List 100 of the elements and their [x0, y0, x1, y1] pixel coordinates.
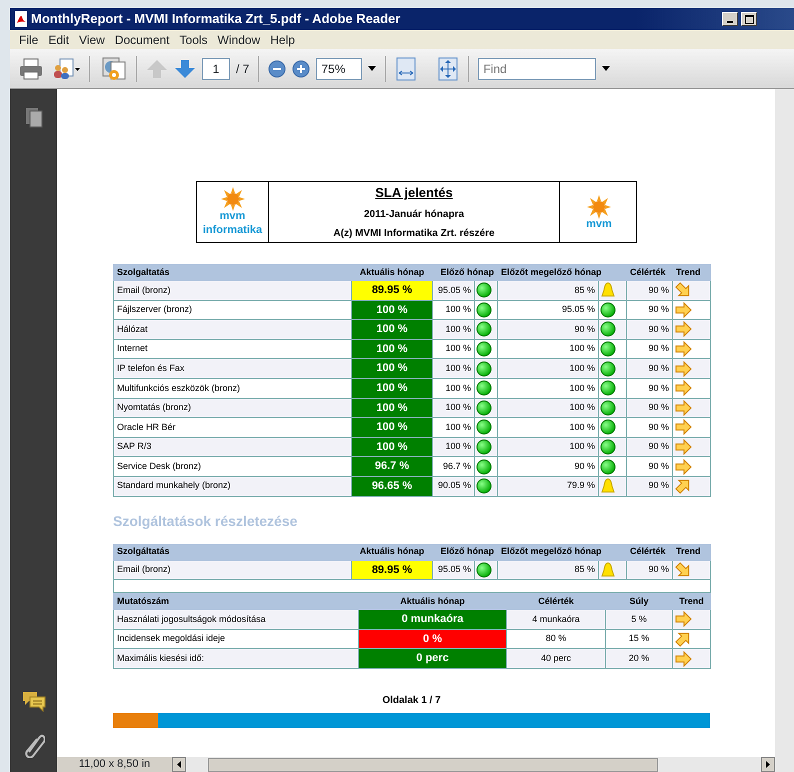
find-field[interactable]: Find [478, 58, 596, 80]
table-cell: 40 perc [506, 648, 606, 668]
table-cell: 96.7 % [432, 456, 474, 476]
zoom-in-icon[interactable] [292, 60, 310, 78]
table-cell: 100 % [352, 398, 432, 418]
vertical-scrollbar[interactable] [775, 89, 794, 772]
table-cell: Multifunkciós eszközök (bronz) [114, 378, 352, 398]
arrow-down-right-icon [674, 562, 692, 578]
window-title: MonthlyReport - MVMI Informatika Zrt_5.pdf - Adobe Reader [31, 10, 402, 28]
arrow-down-right-icon [674, 282, 692, 298]
table-cell: 100 % [498, 378, 598, 398]
zoom-field[interactable]: 75% [316, 58, 362, 80]
table-cell: Oracle HR Bér [114, 418, 352, 438]
page-counter: Oldalak 1 / 7 [381, 694, 442, 708]
table-cell: 100 % [432, 437, 474, 457]
table-cell: IP telefon és Fax [114, 358, 352, 378]
table-cell: 90 % [498, 320, 598, 340]
table-cell: SAP R/3 [114, 437, 352, 457]
table-cell: 89.95 % [352, 560, 432, 580]
menu-item[interactable]: Help [265, 30, 300, 48]
table-cell: 100 % [498, 358, 598, 378]
comments-icon[interactable] [20, 690, 46, 712]
scroll-right-icon[interactable] [761, 757, 775, 772]
caret-icon[interactable] [368, 66, 376, 71]
table-cell: 90 % [626, 320, 672, 340]
menu-item[interactable]: Window [212, 30, 266, 48]
arrow-right-icon [674, 400, 692, 416]
table-cell: 100 % [352, 300, 432, 320]
table-cell: 100 % [432, 320, 474, 340]
page-field[interactable]: 1 [202, 58, 230, 80]
table-cell: 90.05 % [432, 476, 474, 496]
pdf-icon [14, 11, 28, 27]
arrow-down-icon[interactable] [174, 58, 196, 80]
pages-icon[interactable] [24, 107, 44, 129]
zoom-out-icon[interactable] [268, 60, 286, 78]
table-cell: 90 % [626, 378, 672, 398]
column-header: Előző hónap [432, 544, 498, 560]
column-header: Aktuális hónap [358, 594, 506, 610]
report-subtitle: 2011-Január hónapra [364, 208, 464, 222]
scroll-left-icon[interactable] [172, 757, 186, 772]
table-cell: Email (bronz) [114, 560, 352, 580]
table-cell: 100 % [352, 358, 432, 378]
column-header: Trend [672, 594, 710, 610]
column-header: Előző hónap [432, 264, 498, 280]
minimize-button[interactable] [722, 12, 738, 26]
table-cell: 20 % [606, 648, 672, 668]
table-cell: 90 % [626, 560, 672, 580]
column-header: Előzőt megelőző hónap [498, 264, 626, 280]
table-cell: 100 % [498, 437, 598, 457]
page-size: 11,00 x 8,50 in [78, 757, 152, 772]
column-header: Aktuális hónap [352, 264, 432, 280]
table-cell: 100 % [352, 437, 432, 457]
table-cell: 5 % [606, 610, 672, 630]
print-icon[interactable] [18, 56, 44, 80]
table-cell: 85 % [498, 560, 598, 580]
caret-icon[interactable] [602, 66, 610, 71]
fit-width-icon[interactable] [395, 56, 418, 80]
table-cell: Hálózat [114, 320, 352, 340]
maximize-button[interactable] [741, 12, 757, 26]
menu-item[interactable]: File [14, 30, 44, 48]
arrow-right-icon [674, 611, 692, 628]
table-cell: 95.05 % [432, 280, 474, 300]
table-cell: 100 % [498, 398, 598, 418]
table-cell: Service Desk (bronz) [114, 456, 352, 476]
table-cell: 96.7 % [352, 456, 432, 476]
column-header: Célérték [626, 264, 672, 280]
table-cell: 100 % [432, 398, 474, 418]
table-cell: 4 munkaóra [506, 610, 606, 630]
table-cell: 100 % [432, 418, 474, 438]
menu-item[interactable]: Document [110, 30, 175, 48]
scroll-thumb[interactable] [208, 758, 658, 772]
arrow-right-icon [674, 321, 692, 338]
arrow-right-icon [674, 458, 692, 475]
table-cell: Nyomtatás (bronz) [114, 398, 352, 418]
table-cell: 79.9 % [498, 476, 598, 496]
menu-item[interactable]: Edit [43, 30, 74, 48]
column-header: Célérték [626, 544, 672, 560]
arrow-right-icon [674, 650, 692, 667]
menu-item[interactable]: Tools [174, 30, 213, 48]
table-cell: 90 % [626, 398, 672, 418]
fit-page-icon[interactable] [437, 56, 460, 80]
table-cell: 90 % [626, 437, 672, 457]
table-cell: 100 % [352, 320, 432, 340]
table-cell: 100 % [352, 418, 432, 438]
column-header: Trend [672, 544, 710, 560]
table-cell: 100 % [432, 378, 474, 398]
table-cell: 85 % [498, 280, 598, 300]
column-header: Súly [606, 594, 672, 610]
table-cell: 100 % [352, 339, 432, 359]
arrow-up-right-icon [674, 478, 692, 494]
horizontal-scrollbar[interactable] [172, 757, 775, 772]
column-header: Szolgáltatás [114, 544, 352, 560]
table-cell: 90 % [626, 418, 672, 438]
table-cell: Standard munkahely (bronz) [114, 476, 352, 496]
menu-item[interactable]: View [74, 30, 110, 48]
table-cell: 90 % [626, 280, 672, 300]
table-cell: Használati jogosultságok módosítása [114, 610, 358, 630]
logo-mark: mvm [220, 210, 246, 222]
paperclip-icon[interactable] [22, 732, 44, 758]
table-cell: 90 % [498, 456, 598, 476]
